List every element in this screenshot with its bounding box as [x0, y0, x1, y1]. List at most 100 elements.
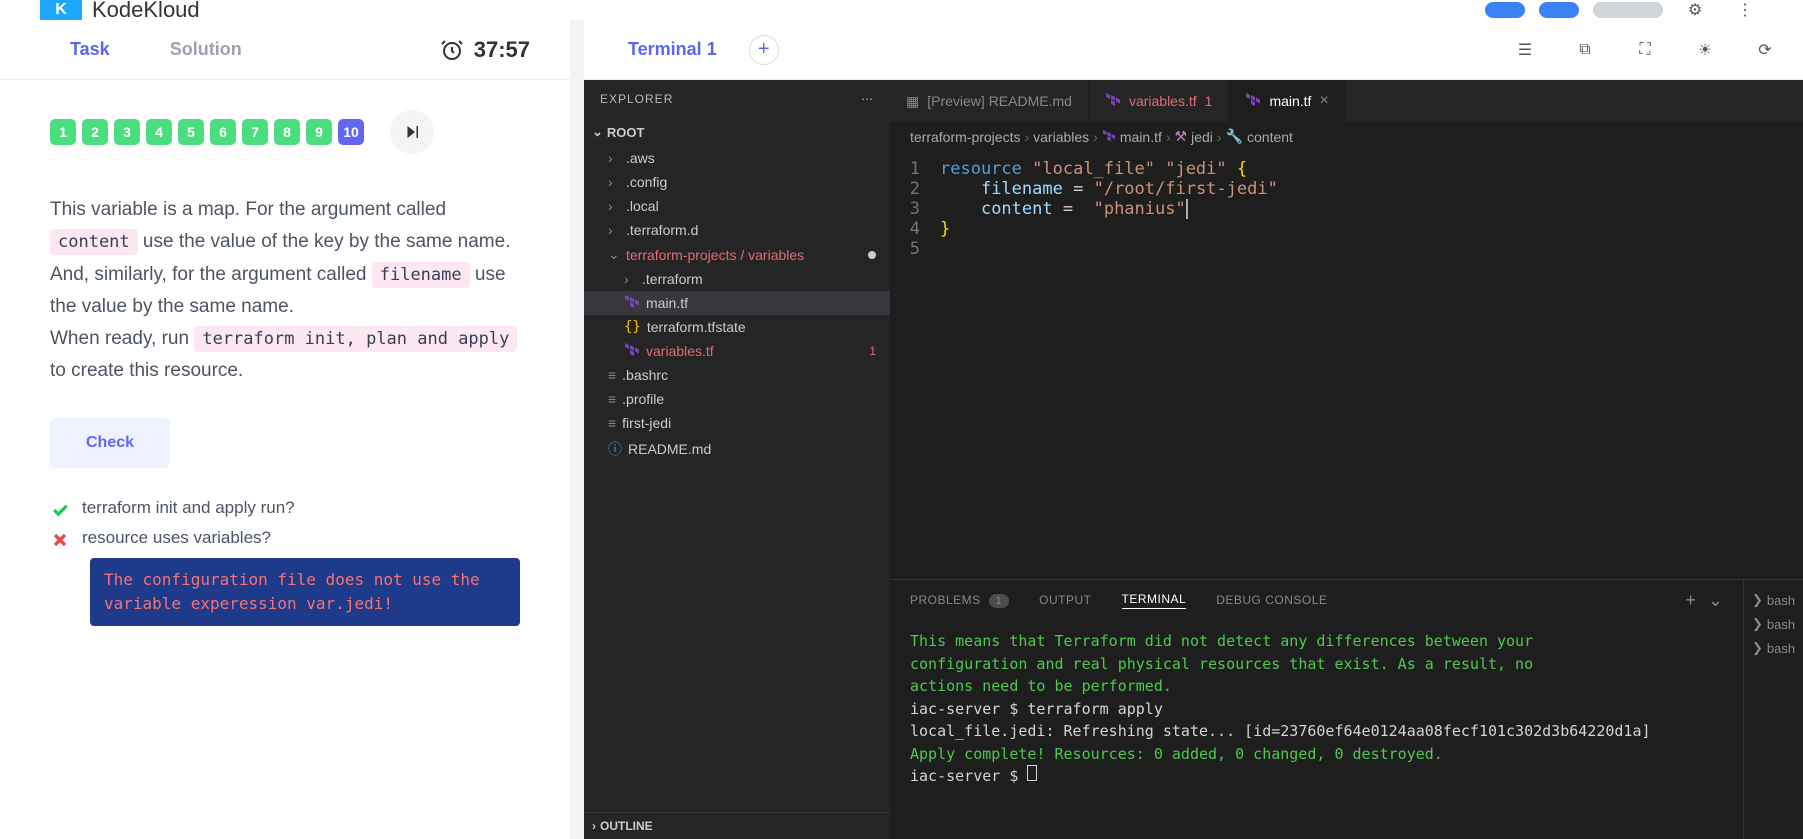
check-result-text: resource uses variables? [82, 528, 271, 548]
check-result-text: terraform init and apply run? [82, 498, 295, 518]
terminal-prompt: iac-server $ [910, 765, 1723, 788]
question-num-1[interactable]: 1 [50, 119, 76, 145]
explorer-more-icon[interactable]: ⋯ [861, 92, 874, 106]
terminal-line: actions need to be performed. [910, 675, 1723, 698]
folder-open-item[interactable]: ⌄ terraform-projects / variables [584, 242, 890, 267]
file-item[interactable]: ≡.profile [584, 387, 890, 411]
terraform-icon [624, 295, 640, 311]
breadcrumb[interactable]: terraform-projects› variables› main.tf› … [890, 122, 1803, 151]
question-num-2[interactable]: 2 [82, 119, 108, 145]
question-num-8[interactable]: 8 [274, 119, 300, 145]
terminal-line: local_file.jedi: Refreshing state... [id… [910, 720, 1723, 743]
outline-section[interactable]: › OUTLINE [584, 812, 890, 839]
chevron-right-icon: › [624, 271, 636, 287]
check-icon [50, 500, 70, 520]
editor-tab-readme[interactable]: ▦ [Preview] README.md [890, 80, 1089, 122]
open-external-icon[interactable]: ⧉ [1567, 32, 1603, 68]
file-item-variablestf[interactable]: variables.tf 1 [584, 339, 890, 363]
check-results: terraform init and apply run? resource u… [50, 498, 520, 550]
secondary-action-button[interactable] [1539, 2, 1579, 18]
hamburger-icon[interactable]: ☰ [1507, 32, 1543, 68]
tab-task[interactable]: Task [40, 23, 140, 76]
tab-output[interactable]: OUTPUT [1039, 593, 1091, 607]
add-terminal-button[interactable]: + [749, 35, 779, 65]
editor-tab-variables[interactable]: variables.tf 1 [1089, 80, 1230, 122]
tab-terminal[interactable]: TERMINAL [1122, 592, 1187, 609]
dropdown-icon[interactable]: ⌄ [1708, 590, 1723, 611]
file-item[interactable]: ≡.bashrc [584, 363, 890, 387]
primary-action-button[interactable] [1485, 2, 1525, 18]
task-panel: Task Solution 37:57 1 2 3 4 5 6 7 8 9 10 [0, 20, 570, 839]
cross-icon [50, 530, 70, 550]
question-num-4[interactable]: 4 [146, 119, 172, 145]
tab-debug-console[interactable]: DEBUG CONSOLE [1216, 593, 1327, 607]
question-nav: 1 2 3 4 5 6 7 8 9 10 [50, 110, 520, 154]
file-item-maintf[interactable]: main.tf [584, 291, 890, 315]
shell-item[interactable]: ❯bash [1748, 588, 1799, 612]
editor-panel: Terminal 1 + ☰ ⧉ ⛶ ☀ ⟳ EXPLORER ⋯ ⌄ [584, 20, 1803, 839]
question-num-7[interactable]: 7 [242, 119, 268, 145]
theme-icon[interactable]: ☀ [1687, 32, 1723, 68]
tab-problems[interactable]: PROBLEMS 1 [910, 593, 1009, 607]
bottom-panel: PROBLEMS 1 OUTPUT TERMINAL DEBUG CONSOLE… [890, 579, 1803, 839]
property-icon: 🔧 [1226, 128, 1243, 145]
terminal-tab-1[interactable]: Terminal 1 [604, 23, 741, 76]
terminal-line: configuration and real physical resource… [910, 653, 1723, 676]
terminal-output[interactable]: This means that Terraform did not detect… [890, 620, 1743, 839]
top-bar: K KodeKloud ⚙ ⋮ [0, 0, 1803, 20]
folder-item[interactable]: ›.config [584, 170, 890, 194]
check-result-item: resource uses variables? [50, 528, 520, 550]
timer: 37:57 [440, 37, 530, 63]
question-num-3[interactable]: 3 [114, 119, 140, 145]
chevron-down-icon: ⌄ [608, 246, 620, 263]
file-icon: ≡ [608, 391, 616, 407]
check-result-item: terraform init and apply run? [50, 498, 520, 520]
shell-item[interactable]: ❯bash [1748, 612, 1799, 636]
file-icon: ≡ [608, 415, 616, 431]
json-icon: {} [624, 319, 641, 335]
code-command: terraform init, plan and apply [194, 326, 517, 352]
file-icon: ≡ [608, 367, 616, 383]
skip-button[interactable] [390, 110, 434, 154]
file-item-tfstate[interactable]: {} terraform.tfstate [584, 315, 890, 339]
question-num-10[interactable]: 10 [338, 119, 364, 145]
check-button[interactable]: Check [50, 418, 170, 468]
fullscreen-icon[interactable]: ⛶ [1627, 32, 1663, 68]
file-item[interactable]: ≡first-jedi [584, 411, 890, 435]
folder-item[interactable]: ›.terraform [584, 267, 890, 291]
chevron-right-icon: › [592, 819, 596, 833]
file-item-readme[interactable]: ⓘREADME.md [584, 435, 890, 463]
error-count-badge: 1 [869, 344, 876, 358]
error-badge: 1 [1205, 93, 1213, 109]
close-tab-icon[interactable]: × [1319, 92, 1328, 110]
tertiary-button[interactable] [1593, 2, 1663, 18]
code-filename: filename [372, 262, 470, 288]
terraform-icon [1105, 93, 1121, 109]
terraform-icon [624, 343, 640, 359]
terminal-cursor [1027, 765, 1037, 781]
problems-badge: 1 [989, 594, 1010, 608]
shell-item[interactable]: ❯bash [1748, 636, 1799, 660]
code-editor[interactable]: 1resource "local_file" "jedi" { 2 filena… [890, 151, 1803, 579]
tab-solution[interactable]: Solution [140, 23, 272, 76]
refresh-icon[interactable]: ⟳ [1747, 32, 1783, 68]
error-message: The configuration file does not use the … [90, 558, 520, 626]
question-num-9[interactable]: 9 [306, 119, 332, 145]
chevron-right-icon: › [608, 198, 620, 214]
editor-tab-main[interactable]: main.tf × [1229, 80, 1345, 122]
preview-icon: ▦ [906, 93, 919, 110]
panel-divider[interactable] [570, 20, 584, 839]
terraform-icon [1245, 93, 1261, 109]
alarm-icon [440, 38, 464, 62]
code-content: content [50, 229, 138, 255]
question-num-5[interactable]: 5 [178, 119, 204, 145]
root-section[interactable]: ⌄ ROOT [584, 118, 890, 146]
folder-item[interactable]: ›.aws [584, 146, 890, 170]
task-description: This variable is a map. For the argument… [50, 194, 520, 388]
folder-item[interactable]: ›.terraform.d [584, 218, 890, 242]
terminal-line: Apply complete! Resources: 0 added, 0 ch… [910, 743, 1723, 766]
add-terminal-icon[interactable]: + [1685, 590, 1696, 611]
question-num-6[interactable]: 6 [210, 119, 236, 145]
modified-dot-icon [868, 251, 876, 259]
folder-item[interactable]: ›.local [584, 194, 890, 218]
